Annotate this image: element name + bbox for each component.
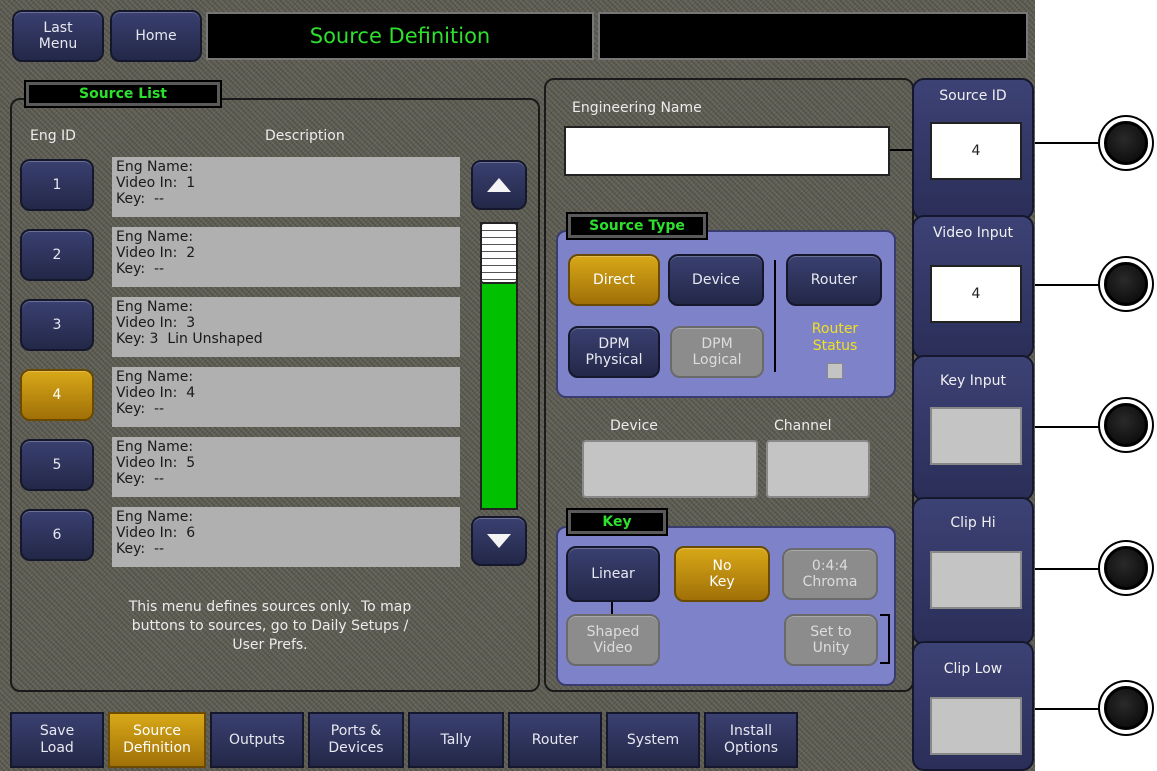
eng-id-button-3[interactable]: 3 <box>20 299 94 351</box>
dpm-physical-button[interactable]: DPM Physical <box>568 326 660 378</box>
dpm-logical-button[interactable]: DPM Logical <box>670 326 764 378</box>
eng-id-button-5[interactable]: 5 <box>20 439 94 491</box>
clip-hi-value[interactable] <box>930 551 1022 609</box>
arrow-down-icon <box>487 534 511 548</box>
tab-router[interactable]: Router <box>508 712 602 768</box>
tab-ports-devices[interactable]: Ports & Devices <box>308 712 404 768</box>
source-id-label: Source ID <box>939 88 1007 104</box>
router-status-indicator <box>827 363 843 379</box>
knob-line-1 <box>1035 142 1105 144</box>
tab-tally[interactable]: Tally <box>408 712 504 768</box>
shaped-video-button[interactable]: Shaped Video <box>566 614 660 666</box>
source-row-5[interactable]: Eng Name: Video In: 5 Key: -- <box>112 437 460 497</box>
source-row-4[interactable]: Eng Name: Video In: 4 Key: -- <box>112 367 460 427</box>
source-id-panel: Source ID 4 <box>912 78 1034 220</box>
clip-low-label: Clip Low <box>943 661 1003 677</box>
key-tag: Key <box>566 508 668 536</box>
scroll-up-button[interactable] <box>471 160 527 210</box>
home-button[interactable]: Home <box>110 10 202 62</box>
clip-hi-knob[interactable] <box>1104 546 1148 590</box>
channel-field[interactable] <box>766 440 870 498</box>
tab-source-definition[interactable]: Source Definition <box>108 712 206 768</box>
channel-label: Channel <box>774 418 832 434</box>
source-id-knob[interactable] <box>1104 121 1148 165</box>
unity-bracket <box>880 614 890 664</box>
source-list-note: This menu defines sources only. To map b… <box>128 599 412 653</box>
device-field[interactable] <box>582 440 758 498</box>
linear-button[interactable]: Linear <box>566 546 660 602</box>
source-row-6[interactable]: Eng Name: Video In: 6 Key: -- <box>112 507 460 567</box>
direct-button[interactable]: Direct <box>568 254 660 306</box>
source-row-1[interactable]: Eng Name: Video In: 1 Key: -- <box>112 157 460 217</box>
source-type-tag: Source Type <box>566 212 708 240</box>
engineering-name-label: Engineering Name <box>572 100 702 116</box>
status-display <box>598 12 1028 60</box>
set-to-unity-button[interactable]: Set to Unity <box>784 614 878 666</box>
tab-system[interactable]: System <box>606 712 700 768</box>
description-header: Description <box>265 128 345 144</box>
scroll-down-button[interactable] <box>471 516 527 566</box>
key-input-knob[interactable] <box>1104 403 1148 447</box>
video-input-panel: Video Input 4 <box>912 215 1034 359</box>
key-input-value[interactable] <box>930 407 1022 465</box>
eng-id-button-6[interactable]: 6 <box>20 509 94 561</box>
clip-low-value[interactable] <box>930 697 1022 755</box>
key-input-label: Key Input <box>939 373 1007 389</box>
knob-line-2 <box>1035 284 1105 286</box>
router-status-label: Router Status <box>811 321 859 354</box>
tab-outputs[interactable]: Outputs <box>210 712 304 768</box>
screen: Last Menu Home Source Definition Source … <box>0 0 1035 771</box>
clip-hi-panel: Clip Hi <box>912 497 1034 645</box>
device-label: Device <box>610 418 658 434</box>
source-list-tag: Source List <box>24 80 222 108</box>
knob-line-5 <box>1035 708 1105 710</box>
device-button[interactable]: Device <box>668 254 764 306</box>
clip-low-knob[interactable] <box>1104 686 1148 730</box>
source-type-divider <box>774 260 776 372</box>
router-button[interactable]: Router <box>786 254 882 306</box>
knob-line-4 <box>1035 568 1105 570</box>
scroll-thumb[interactable] <box>480 222 518 284</box>
video-input-knob[interactable] <box>1104 262 1148 306</box>
source-row-3[interactable]: Eng Name: Video In: 3 Key: 3 Lin Unshape… <box>112 297 460 357</box>
arrow-up-icon <box>487 178 511 192</box>
engineering-connector <box>890 149 914 151</box>
eng-id-button-1[interactable]: 1 <box>20 159 94 211</box>
tab-install-options[interactable]: Install Options <box>704 712 798 768</box>
video-input-label: Video Input <box>933 225 1013 241</box>
knob-line-3 <box>1035 426 1105 428</box>
source-row-2[interactable]: Eng Name: Video In: 2 Key: -- <box>112 227 460 287</box>
page-title: Source Definition <box>206 12 594 60</box>
video-input-value[interactable]: 4 <box>930 265 1022 323</box>
eng-id-header: Eng ID <box>30 128 76 144</box>
no-key-button[interactable]: No Key <box>674 546 770 602</box>
key-input-panel: Key Input <box>912 355 1034 501</box>
last-menu-button[interactable]: Last Menu <box>12 10 104 62</box>
tab-save-load[interactable]: Save Load <box>10 712 104 768</box>
clip-hi-label: Clip Hi <box>950 515 996 531</box>
source-id-value[interactable]: 4 <box>930 122 1022 180</box>
eng-id-button-2[interactable]: 2 <box>20 229 94 281</box>
chroma-button[interactable]: 0:4:4 Chroma <box>782 548 878 600</box>
clip-low-panel: Clip Low <box>912 641 1034 771</box>
eng-id-button-4[interactable]: 4 <box>20 369 94 421</box>
engineering-name-field[interactable] <box>564 126 890 176</box>
